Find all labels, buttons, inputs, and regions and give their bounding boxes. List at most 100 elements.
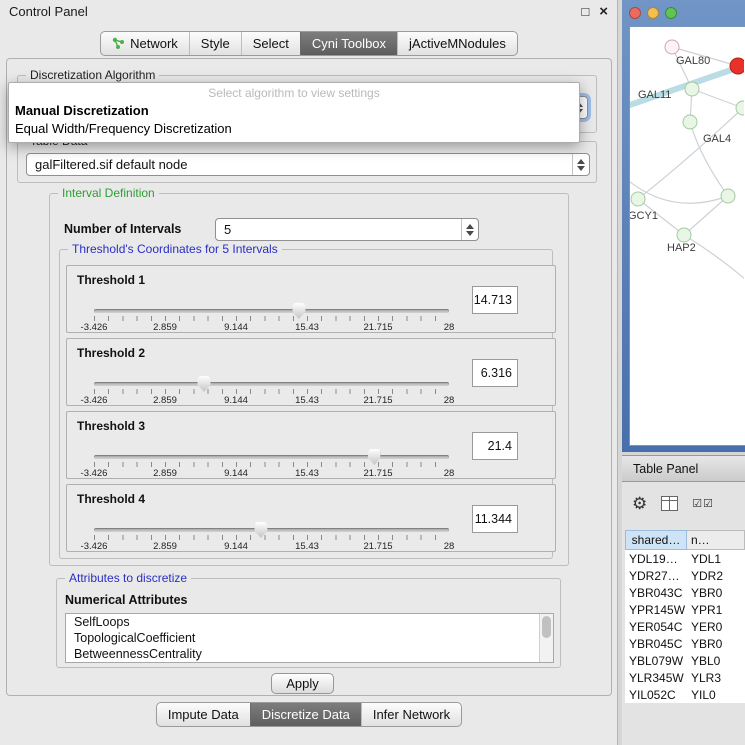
table-cell: YER0: [687, 618, 745, 635]
tick-label: 9.144: [224, 322, 248, 333]
table-row[interactable]: YBR043CYBR0: [625, 584, 745, 601]
list-item[interactable]: TopologicalCoefficient: [66, 630, 553, 646]
tab-infer-network[interactable]: Infer Network: [361, 703, 461, 726]
node-label: GAL80: [676, 55, 710, 67]
table-cell: YLR345W: [625, 669, 687, 686]
table-row[interactable]: YDR27…YDR2: [625, 567, 745, 584]
table-cell: YBR0: [687, 584, 745, 601]
network-node[interactable]: [631, 192, 645, 206]
table-toolbar: ⚙ ☑☑: [632, 492, 714, 514]
threshold-value-input[interactable]: 6.316: [472, 359, 518, 387]
combobox-stepper-icon[interactable]: [572, 154, 589, 175]
network-node[interactable]: [665, 40, 679, 54]
table-cell: YDL1: [687, 550, 745, 567]
table-row[interactable]: YLR345WYLR3: [625, 669, 745, 686]
gear-icon[interactable]: ⚙: [632, 495, 647, 512]
cyni-toolbox-panel: Discretization Algorithm Table Data galF…: [6, 58, 612, 696]
node-label: GAL4: [703, 133, 731, 145]
algorithm-dropdown-popup: Select algorithm to view settings Manual…: [8, 82, 580, 143]
table-row[interactable]: YPR145WYPR1: [625, 601, 745, 618]
number-of-intervals-spinner[interactable]: 5: [215, 218, 479, 241]
dropdown-option-equal-width[interactable]: Equal Width/Frequency Discretization: [9, 120, 579, 138]
attributes-group: Attributes to discretize Numerical Attri…: [56, 578, 561, 668]
tab-network[interactable]: Network: [101, 32, 189, 55]
tick-label: -3.426: [81, 468, 108, 479]
threshold-coordinates-group: Threshold's Coordinates for 5 Intervals …: [59, 249, 553, 559]
network-canvas[interactable]: GAL80GAL11GAL4GCY1HAP2: [629, 26, 745, 446]
scrollbar-thumb[interactable]: [542, 616, 551, 638]
apply-button[interactable]: Apply: [271, 673, 334, 694]
tick-label: 2.859: [153, 395, 177, 406]
slider-track[interactable]: [94, 455, 449, 459]
table-row[interactable]: YDL19…YDL1: [625, 550, 745, 567]
tab-discretize-data[interactable]: Discretize Data: [250, 703, 361, 726]
tick-label: 21.715: [363, 395, 392, 406]
list-item[interactable]: BetweennessCentrality: [66, 646, 553, 662]
table-cell: YBL079W: [625, 652, 687, 669]
tick-label: 15.43: [295, 395, 319, 406]
list-item[interactable]: SelfLoops: [66, 614, 553, 630]
tab-select[interactable]: Select: [241, 32, 300, 55]
slider-track[interactable]: [94, 309, 449, 313]
threshold-value-input[interactable]: 21.4: [472, 432, 518, 460]
table-cell: YBR043C: [625, 584, 687, 601]
table-data-combobox[interactable]: galFiltered.sif default node: [26, 153, 590, 176]
tick-label: 15.43: [295, 468, 319, 479]
network-node[interactable]: [677, 228, 691, 242]
slider-tick-labels: -3.4262.8599.14415.4321.71528: [94, 322, 449, 333]
float-window-icon[interactable]: □: [581, 5, 589, 18]
spinner-stepper-icon[interactable]: [461, 219, 478, 240]
table-row[interactable]: YBL079WYBL0: [625, 652, 745, 669]
threshold-value-input[interactable]: 14.713: [472, 286, 518, 314]
slider-ticks: [94, 462, 449, 467]
network-node[interactable]: [685, 82, 699, 96]
dropdown-hint: Select algorithm to view settings: [9, 83, 579, 102]
slider-track[interactable]: [94, 382, 449, 386]
table-cell: YLR3: [687, 669, 745, 686]
table-row[interactable]: YBR045CYBR0: [625, 635, 745, 652]
list-scrollbar[interactable]: [539, 614, 553, 662]
dropdown-option-manual-discretization[interactable]: Manual Discretization: [9, 102, 579, 120]
tab-label: Select: [253, 36, 289, 51]
select-columns-icon[interactable]: ☑☑: [692, 497, 714, 510]
threshold-label: Threshold 1: [77, 273, 145, 287]
close-window-icon[interactable]: ×: [599, 4, 608, 19]
tick-label: 15.43: [295, 322, 319, 333]
table-cell: YDR27…: [625, 567, 687, 584]
threshold-panel: Threshold 2 -3.4262.8599.14415.4321.7152…: [66, 338, 556, 406]
window-title: Control Panel: [9, 4, 88, 19]
tick-label: -3.426: [81, 395, 108, 406]
table-row[interactable]: YIL052CYIL0: [625, 686, 745, 703]
column-header-shared-name[interactable]: shared…: [625, 530, 687, 550]
tick-label: 28: [444, 395, 455, 406]
columns-icon[interactable]: [661, 496, 678, 511]
node-label: HAP2: [667, 242, 696, 254]
tab-cyni-toolbox[interactable]: Cyni Toolbox: [300, 32, 397, 55]
node-label: GCY1: [630, 210, 658, 222]
tick-label: 9.144: [224, 541, 248, 552]
column-header-name[interactable]: n…: [687, 530, 745, 550]
tab-impute-data[interactable]: Impute Data: [157, 703, 250, 726]
number-of-intervals-label: Number of Intervals: [64, 222, 181, 236]
close-traffic-icon[interactable]: [629, 7, 641, 19]
table-panel-titlebar: Table Panel: [622, 455, 745, 482]
network-node[interactable]: [721, 189, 735, 203]
tick-label: 21.715: [363, 541, 392, 552]
network-node[interactable]: [730, 58, 744, 74]
attributes-list[interactable]: SelfLoops TopologicalCoefficient Between…: [65, 613, 554, 663]
tab-jactivemnodules[interactable]: jActiveMNodules: [397, 32, 517, 55]
table-cell: YBL0: [687, 652, 745, 669]
tab-style[interactable]: Style: [189, 32, 241, 55]
table-row[interactable]: YER054CYER0: [625, 618, 745, 635]
zoom-traffic-icon[interactable]: [665, 7, 677, 19]
threshold-value-input[interactable]: 11.344: [472, 505, 518, 533]
minimize-traffic-icon[interactable]: [647, 7, 659, 19]
bottom-tab-bar: Impute Data Discretize Data Infer Networ…: [0, 702, 618, 727]
network-node[interactable]: [683, 115, 697, 129]
slider-track[interactable]: [94, 528, 449, 532]
slider-ticks: [94, 389, 449, 394]
threshold-label: Threshold 3: [77, 419, 145, 433]
tick-label: 28: [444, 468, 455, 479]
threshold-label: Threshold 2: [77, 346, 145, 360]
network-icon: [112, 37, 125, 50]
